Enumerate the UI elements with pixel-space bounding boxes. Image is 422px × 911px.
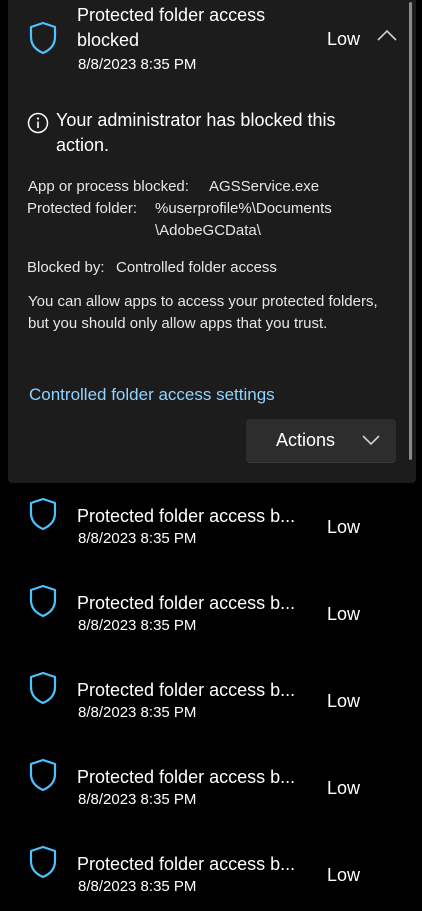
alert-title: Protected folder access blocked — [77, 5, 266, 50]
protected-folder-value-line1: %userprofile%\Documents — [155, 200, 332, 217]
shield-icon — [29, 21, 57, 55]
alert-title: Protected folder access b... — [77, 506, 296, 526]
alert-title: Protected folder access b... — [77, 854, 296, 874]
actions-button[interactable]: Actions — [246, 419, 396, 463]
alert-date: 8/8/2023 8:35 PM — [78, 704, 197, 721]
alert-date: 8/8/2023 8:35 PM — [78, 878, 197, 895]
info-icon — [27, 112, 49, 134]
severity-label: Low — [327, 691, 361, 711]
alert-title: Protected folder access b... — [77, 593, 296, 613]
scrollbar[interactable] — [409, 2, 412, 460]
alert-title: Protected folder access b... — [77, 680, 296, 700]
protection-history-list: Protected folder access blocked 8/8/2023… — [0, 0, 422, 911]
app-blocked-label: App or process blocked: — [28, 178, 189, 195]
controlled-folder-access-settings-link[interactable]: Controlled folder access settings — [29, 383, 275, 407]
severity-label: Low — [327, 604, 361, 624]
chevron-down-icon — [362, 435, 380, 446]
alert-title: Protected folder access b... — [77, 767, 296, 787]
protected-folder-label: Protected folder: — [27, 200, 138, 217]
info-heading: Your administrator has blocked this acti… — [56, 110, 336, 155]
severity-label: Low — [327, 517, 361, 537]
chevron-up-icon[interactable] — [376, 28, 398, 42]
shield-icon — [29, 671, 57, 705]
alert-date: 8/8/2023 8:35 PM — [78, 530, 197, 547]
actions-button-label: Actions — [276, 430, 336, 450]
severity-label: Low — [327, 865, 361, 885]
alert-date: 8/8/2023 8:35 PM — [78, 56, 197, 73]
severity-label: Low — [327, 29, 361, 49]
app-blocked-value: AGSService.exe — [209, 178, 320, 195]
alert-row[interactable]: Protected folder access b... 8/8/2023 8:… — [8, 745, 416, 832]
protected-folder-value-line2: \AdobeGCData\ — [155, 222, 261, 239]
blocked-by-label: Blocked by: — [27, 259, 105, 276]
description-text: You can allow apps to access your protec… — [28, 293, 378, 332]
shield-icon — [29, 497, 57, 531]
blocked-by-value: Controlled folder access — [116, 259, 277, 276]
expanded-alert-header[interactable]: Protected folder access blocked 8/8/2023… — [8, 0, 416, 86]
shield-icon — [29, 758, 57, 792]
alert-row[interactable]: Protected folder access b... 8/8/2023 8:… — [8, 658, 416, 745]
shield-icon — [29, 584, 57, 618]
expanded-alert-card: Protected folder access blocked 8/8/2023… — [8, 0, 416, 483]
alert-row[interactable]: Protected folder access b... 8/8/2023 8:… — [8, 484, 416, 571]
severity-label: Low — [327, 778, 361, 798]
alert-row[interactable]: Protected folder access b... 8/8/2023 8:… — [8, 571, 416, 658]
alert-date: 8/8/2023 8:35 PM — [78, 617, 197, 634]
alert-date: 8/8/2023 8:35 PM — [78, 791, 197, 808]
alert-row[interactable]: Protected folder access b... 8/8/2023 8:… — [8, 832, 416, 911]
shield-icon — [29, 845, 57, 879]
